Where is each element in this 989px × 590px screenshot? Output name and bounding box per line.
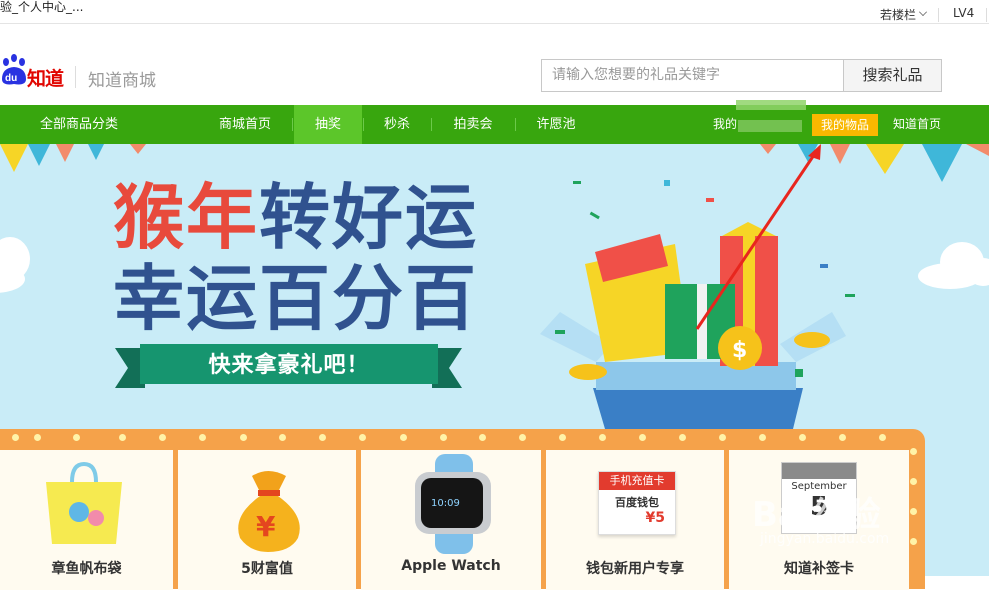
username-menu[interactable]: 若楼栏 [880, 6, 927, 23]
panel-light [599, 434, 606, 441]
panel-light [359, 434, 366, 441]
product-card[interactable]: ¥ 5财富值 [178, 450, 356, 590]
svg-text:du: du [5, 73, 17, 84]
panel-light [679, 434, 686, 441]
baidu-jingyan-watermark: Bai经验 [752, 495, 881, 535]
panel-light [479, 434, 486, 441]
panel-light [240, 434, 247, 441]
panel-light [34, 434, 41, 441]
panel-light [719, 434, 726, 441]
panel-light [12, 434, 19, 441]
svg-text:$: $ [732, 338, 747, 363]
watermark-url: jingyan.baidu.com [760, 531, 890, 547]
panel-light [759, 434, 766, 441]
redacted-block [738, 120, 802, 132]
money-bag-icon: ¥ [238, 471, 300, 552]
panel-light [119, 434, 126, 441]
panel-light [519, 434, 526, 441]
slogan-blue-text: 转好运 [259, 176, 479, 259]
nav-my-prefix[interactable]: 我的 [713, 105, 737, 144]
product-card[interactable]: 手机充值卡 百度钱包 ¥5 钱包新用户专享 [546, 450, 724, 590]
panel-light [440, 434, 447, 441]
panel-light [319, 434, 326, 441]
baidu-paw-icon: du [2, 54, 26, 85]
divider [0, 23, 989, 24]
tote-bag-icon [46, 462, 122, 544]
svg-text:¥: ¥ [256, 510, 276, 543]
username-label: 若楼栏 [880, 8, 917, 22]
panel-light [279, 434, 286, 441]
logo-text: 知道 [27, 68, 64, 90]
product-name: Apple Watch [401, 558, 501, 574]
nav-item-wishing-pool[interactable]: 许愿池 [516, 105, 596, 144]
nav-item-lottery[interactable]: 抽奖 [294, 105, 362, 144]
panel-light [400, 434, 407, 441]
panel-light [799, 434, 806, 441]
panel-light [910, 538, 917, 545]
window-title: 验_个人中心_... [0, 0, 84, 14]
nav-zhidao-home[interactable]: 知道首页 [893, 105, 941, 144]
panel-light [159, 434, 166, 441]
panel-light [639, 434, 646, 441]
calendar-rings [782, 463, 856, 479]
panel-light [910, 448, 917, 455]
panel-light [199, 434, 206, 441]
panel-light [559, 434, 566, 441]
divider [292, 118, 293, 131]
mall-name[interactable]: 知道商城 [88, 66, 156, 91]
divider [986, 8, 987, 22]
banner-slogan-line1: 猴年转好运 [113, 177, 478, 259]
svg-text:10:09: 10:09 [431, 498, 460, 509]
nav-item-auction[interactable]: 拍卖会 [432, 105, 514, 144]
product-name: 5财富值 [241, 561, 293, 577]
card-value: ¥5 [645, 510, 665, 526]
user-level[interactable]: LV4 [953, 6, 974, 20]
panel-light [879, 434, 886, 441]
panel-light [910, 508, 917, 515]
card-top-label: 手机充值卡 [599, 472, 675, 490]
recharge-card-image: 手机充值卡 百度钱包 ¥5 [598, 471, 676, 535]
my-items-button[interactable]: 我的物品 [812, 114, 878, 136]
nav-item-home[interactable]: 商城首页 [205, 105, 285, 144]
product-name: 知道补签卡 [784, 561, 854, 577]
redacted-block [736, 100, 806, 110]
chevron-down-icon [919, 8, 927, 16]
apple-watch-icon: 10:09 [415, 454, 491, 554]
search-input[interactable]: 请输入您想要的礼品关键字 [541, 59, 843, 92]
panel-light [910, 478, 917, 485]
banner-slogan-line2: 幸运百分百 [113, 257, 479, 340]
product-name: 钱包新用户专享 [586, 561, 684, 577]
nav-item-flash-sale[interactable]: 秒杀 [364, 105, 430, 144]
product-card[interactable]: 10:09 Apple Watch [361, 450, 541, 590]
divider [938, 8, 939, 22]
product-name: 章鱼帆布袋 [51, 561, 122, 577]
divider [75, 66, 76, 88]
banner-ribbon-text: 快来拿豪礼吧！ [208, 353, 370, 378]
search-button[interactable]: 搜索礼品 [843, 59, 942, 92]
card-brand: 百度钱包 [615, 496, 659, 509]
product-card[interactable]: 章鱼帆布袋 [0, 450, 173, 590]
panel-light [73, 434, 80, 441]
panel-light [839, 434, 846, 441]
nav-all-categories[interactable]: 全部商品分类 [22, 105, 136, 144]
slogan-red-text: 猴年 [113, 176, 260, 259]
